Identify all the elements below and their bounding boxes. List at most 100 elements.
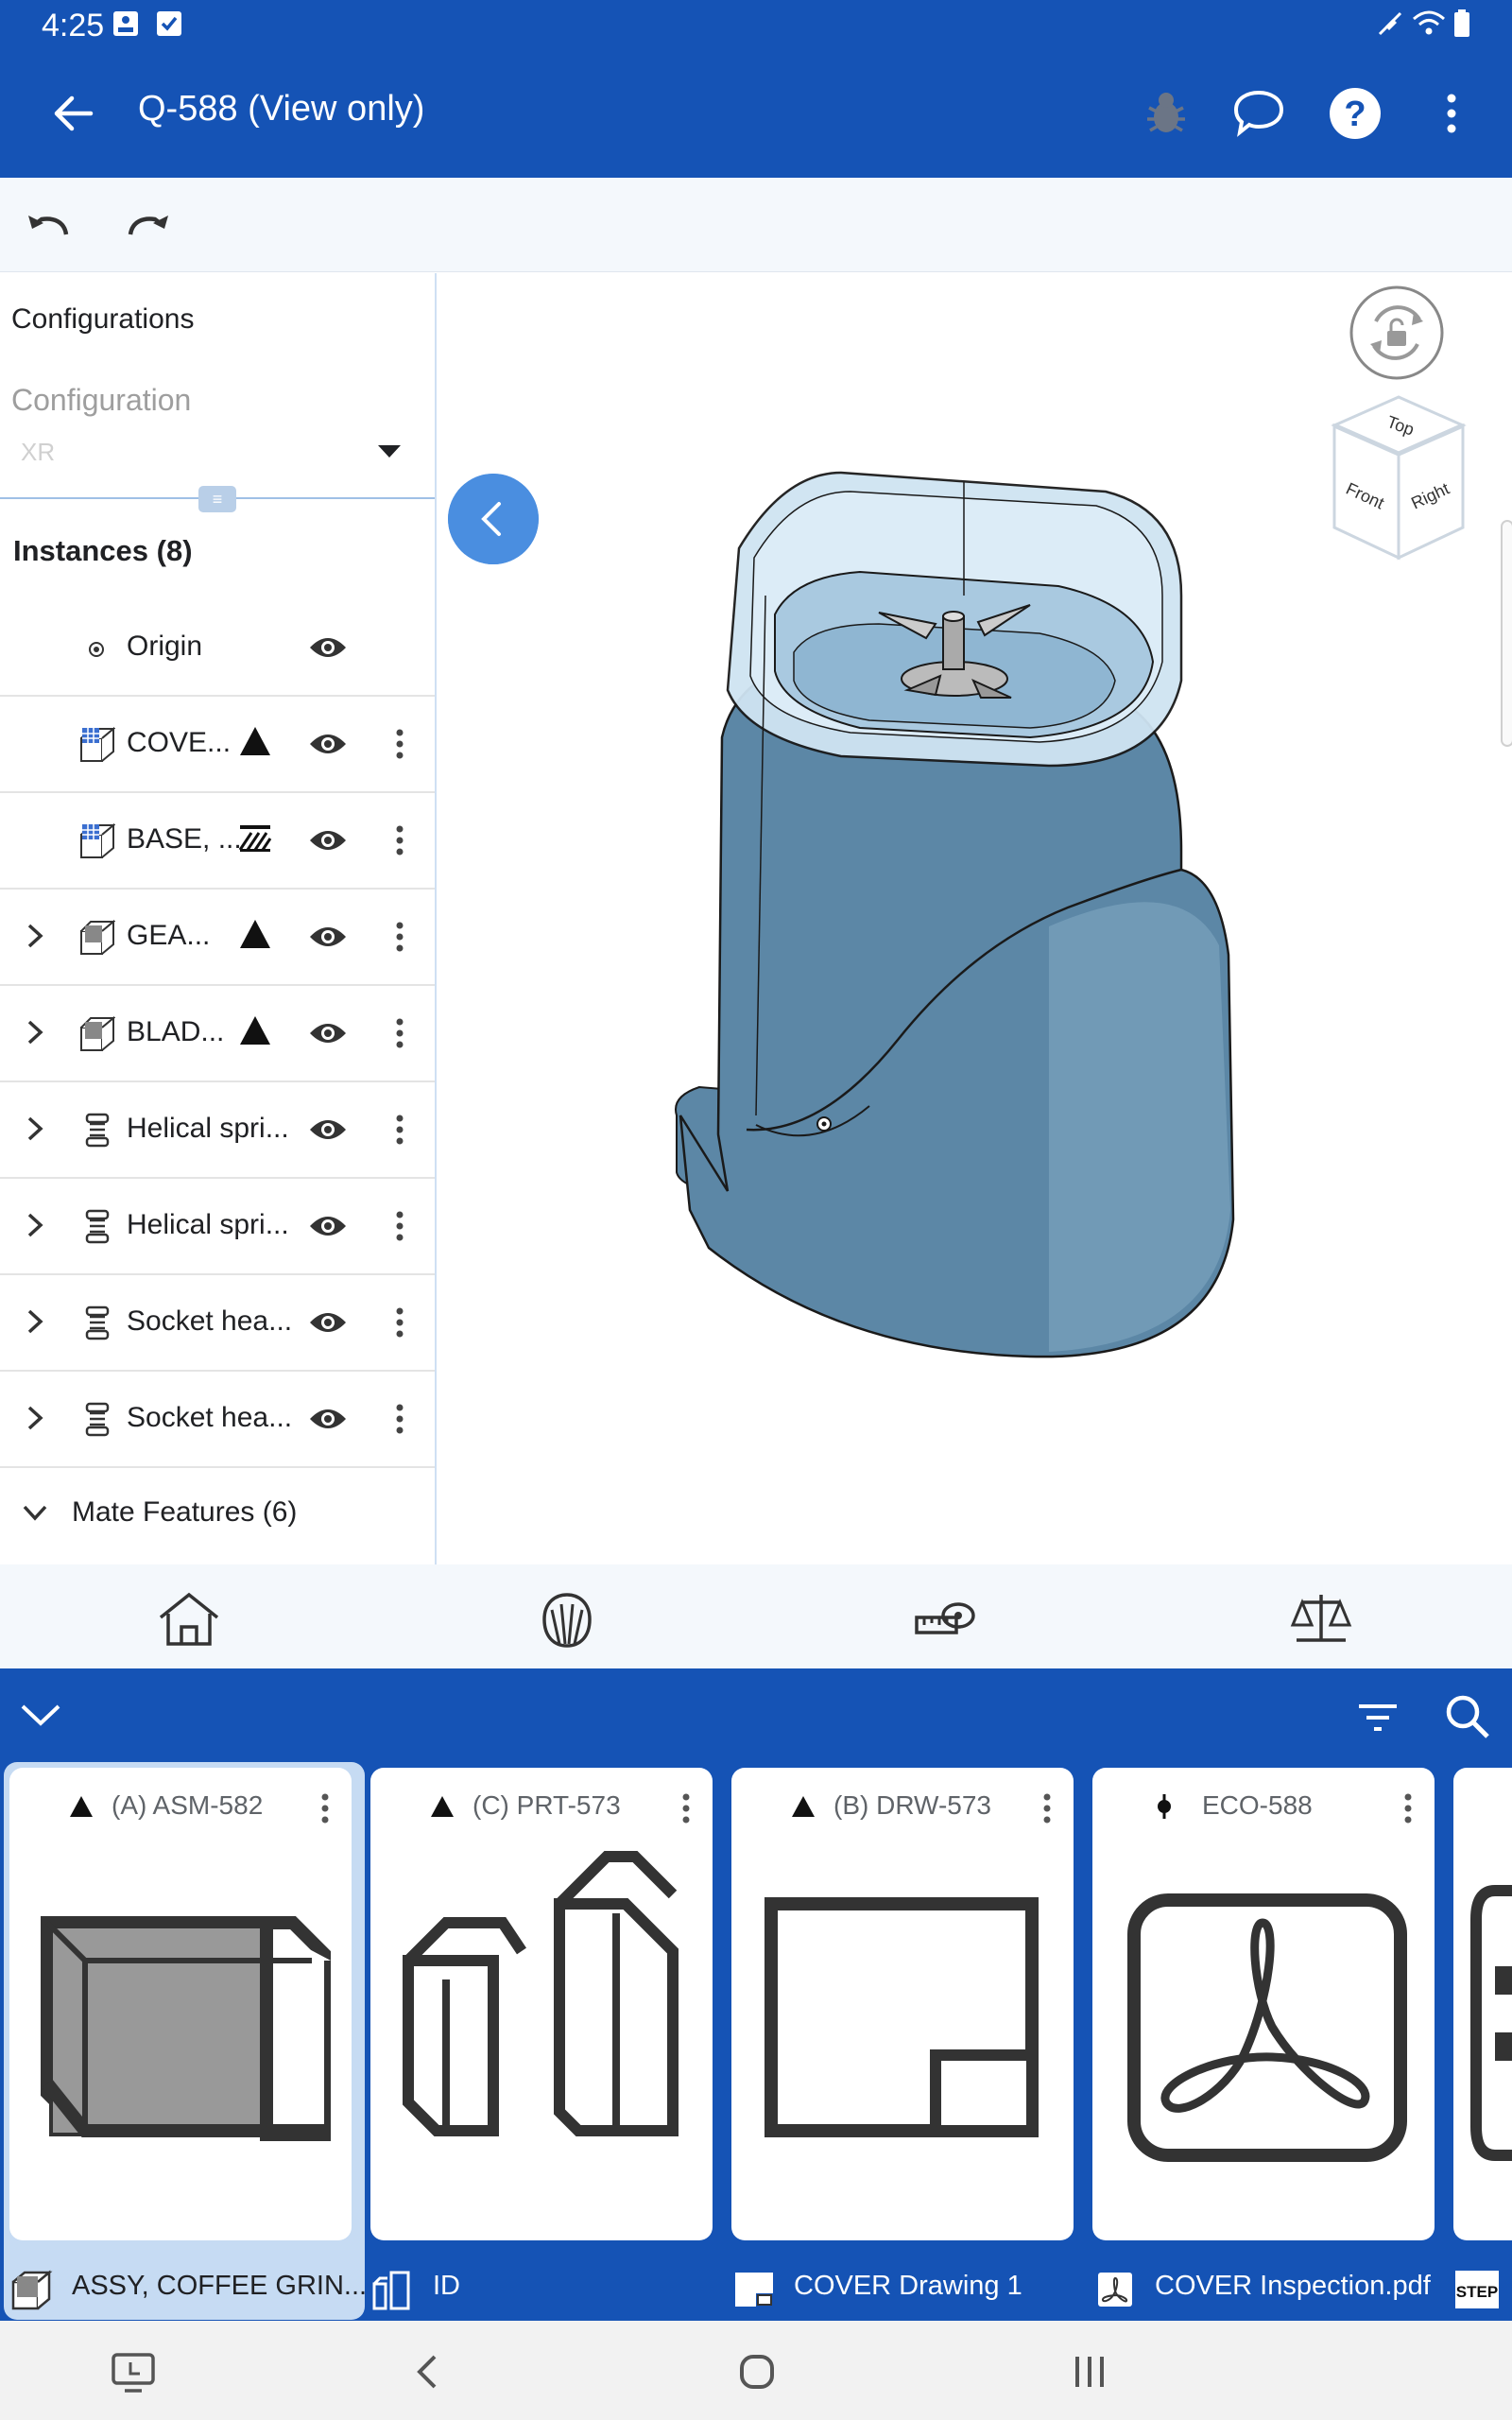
measure-icon[interactable] <box>911 1589 979 1650</box>
status-bar: 4:25 <box>0 0 1512 49</box>
visibility-eye-icon[interactable] <box>308 1020 348 1046</box>
tool-nav <box>0 1564 1512 1668</box>
instance-row[interactable]: Helical spri... <box>0 1179 435 1275</box>
undo-icon[interactable] <box>23 202 76 248</box>
more-vert-icon[interactable] <box>1421 83 1482 144</box>
back-arrow-icon[interactable] <box>47 87 100 140</box>
mass-properties-icon[interactable] <box>1287 1589 1355 1650</box>
standard-content-icon <box>85 1113 110 1148</box>
svg-text:?: ? <box>1344 95 1366 134</box>
chevron-right-icon[interactable] <box>25 1115 45 1143</box>
instance-row[interactable]: Socket hea... <box>0 1275 435 1372</box>
documents-strip: (A) ASM-582 ASSY, COFFEE GRIN... (C) PRT… <box>0 1668 1512 2321</box>
revision-label: ECO-588 <box>1202 1790 1313 1820</box>
home-circle-icon[interactable] <box>733 2349 781 2394</box>
recents-screen-icon[interactable] <box>110 2349 157 2394</box>
assembly-thumbnail-icon <box>41 1916 331 2141</box>
instance-row[interactable]: Helical spri... <box>0 1082 435 1179</box>
instance-menu-icon[interactable] <box>387 1014 412 1052</box>
viewport-scroll-handle[interactable] <box>1501 520 1512 747</box>
instance-name: BLAD... <box>127 1016 225 1047</box>
instance-name: Origin <box>127 631 203 662</box>
document-card-assembly[interactable]: (A) ASM-582 ASSY, COFFEE GRIN... <box>4 1762 367 2320</box>
released-triangle-icon <box>240 920 270 948</box>
view-cube[interactable]: Top Front Right <box>1314 284 1484 567</box>
chevron-right-icon[interactable] <box>25 1404 45 1432</box>
document-name: ASSY, COFFEE GRIN... <box>72 2271 368 2301</box>
card-menu-icon[interactable] <box>1399 1790 1418 1826</box>
instance-name: Socket hea... <box>127 1305 293 1337</box>
check-notification-icon <box>157 11 181 36</box>
system-nav-bar <box>0 2321 1512 2420</box>
document-card-part-studio[interactable]: (C) PRT-573 ID <box>370 1768 713 2310</box>
bug-icon[interactable] <box>1136 83 1196 144</box>
chevron-right-icon[interactable] <box>25 922 45 950</box>
card-menu-icon[interactable] <box>677 1790 696 1826</box>
instance-row-origin[interactable]: Origin <box>0 600 435 697</box>
recent-apps-icon[interactable] <box>1066 2349 1113 2394</box>
redo-icon[interactable] <box>121 202 174 248</box>
configuration-value[interactable]: XR <box>21 438 55 467</box>
mate-features-row[interactable]: Mate Features (6) <box>0 1466 435 1561</box>
part-studio-icon <box>80 726 115 762</box>
released-triangle-icon <box>240 1016 270 1045</box>
home-icon[interactable] <box>155 1589 223 1650</box>
back-icon[interactable] <box>404 2349 452 2394</box>
instance-menu-icon[interactable] <box>387 1400 412 1438</box>
document-card-step[interactable]: STEP <box>1453 1768 1512 2308</box>
collapse-handle[interactable]: ≡ <box>198 486 236 512</box>
chevron-right-icon[interactable] <box>25 1307 45 1336</box>
document-title: Q-588 (View only) <box>138 89 425 129</box>
visibility-eye-icon[interactable] <box>308 924 348 950</box>
status-time: 4:25 <box>42 8 105 43</box>
instance-row[interactable]: GEA... <box>0 890 435 986</box>
configuration-dropdown-icon[interactable] <box>378 445 401 458</box>
card-menu-icon[interactable] <box>1038 1790 1057 1826</box>
orientation-cube[interactable]: Top Front Right <box>1321 388 1476 567</box>
released-triangle-icon <box>792 1796 815 1817</box>
instance-row[interactable]: Socket hea... <box>0 1372 435 1468</box>
card-menu-icon[interactable] <box>316 1790 335 1826</box>
instance-menu-icon[interactable] <box>387 1111 412 1149</box>
comment-icon[interactable] <box>1228 83 1289 144</box>
visibility-eye-icon[interactable] <box>308 1406 348 1432</box>
app-bar: Q-588 (View only) ? <box>0 49 1512 178</box>
instance-menu-icon[interactable] <box>387 725 412 763</box>
instance-name: GEA... <box>127 920 211 951</box>
instance-row[interactable]: BASE, ... <box>0 793 435 890</box>
instance-row[interactable]: BLAD... <box>0 986 435 1082</box>
part-studio-icon <box>80 822 115 858</box>
edit-toolbar <box>0 178 1512 272</box>
drawing-thumbnail-icon <box>765 1897 1039 2137</box>
document-card-pdf[interactable]: ECO-588 COVER Inspection.pdf <box>1092 1768 1435 2307</box>
chevron-right-icon[interactable] <box>25 1018 45 1046</box>
coffee-grinder-model[interactable] <box>652 454 1257 1371</box>
instance-menu-icon[interactable] <box>387 821 412 859</box>
visibility-eye-icon[interactable] <box>308 827 348 854</box>
standard-content-icon <box>85 1305 110 1340</box>
instances-title: Instances (8) <box>13 534 193 567</box>
visibility-eye-icon[interactable] <box>308 1309 348 1336</box>
filter-icon[interactable] <box>1357 1703 1399 1733</box>
rotate-lock-icon[interactable] <box>1348 284 1446 382</box>
origin-icon <box>89 642 104 657</box>
pdf-type-icon <box>1098 2273 1132 2307</box>
help-icon[interactable]: ? <box>1325 83 1385 144</box>
chevron-right-icon[interactable] <box>25 1211 45 1239</box>
battery-icon <box>1454 9 1469 37</box>
instance-menu-icon[interactable] <box>387 1207 412 1245</box>
expand-panel-button[interactable] <box>448 474 539 564</box>
instance-row[interactable]: COVE... <box>0 697 435 793</box>
instance-menu-icon[interactable] <box>387 918 412 956</box>
visibility-eye-icon[interactable] <box>308 634 348 661</box>
document-card-drawing[interactable]: (B) DRW-573 COVER Drawing 1 <box>731 1768 1074 2307</box>
chevron-down-icon[interactable] <box>21 1502 49 1523</box>
visibility-eye-icon[interactable] <box>308 1213 348 1239</box>
appearance-icon[interactable] <box>533 1589 601 1650</box>
search-icon[interactable] <box>1444 1693 1491 1740</box>
collapse-chevron-icon[interactable] <box>19 1701 62 1729</box>
visibility-eye-icon[interactable] <box>308 1116 348 1143</box>
instance-menu-icon[interactable] <box>387 1304 412 1341</box>
subassembly-icon <box>80 1015 115 1051</box>
visibility-eye-icon[interactable] <box>308 731 348 757</box>
